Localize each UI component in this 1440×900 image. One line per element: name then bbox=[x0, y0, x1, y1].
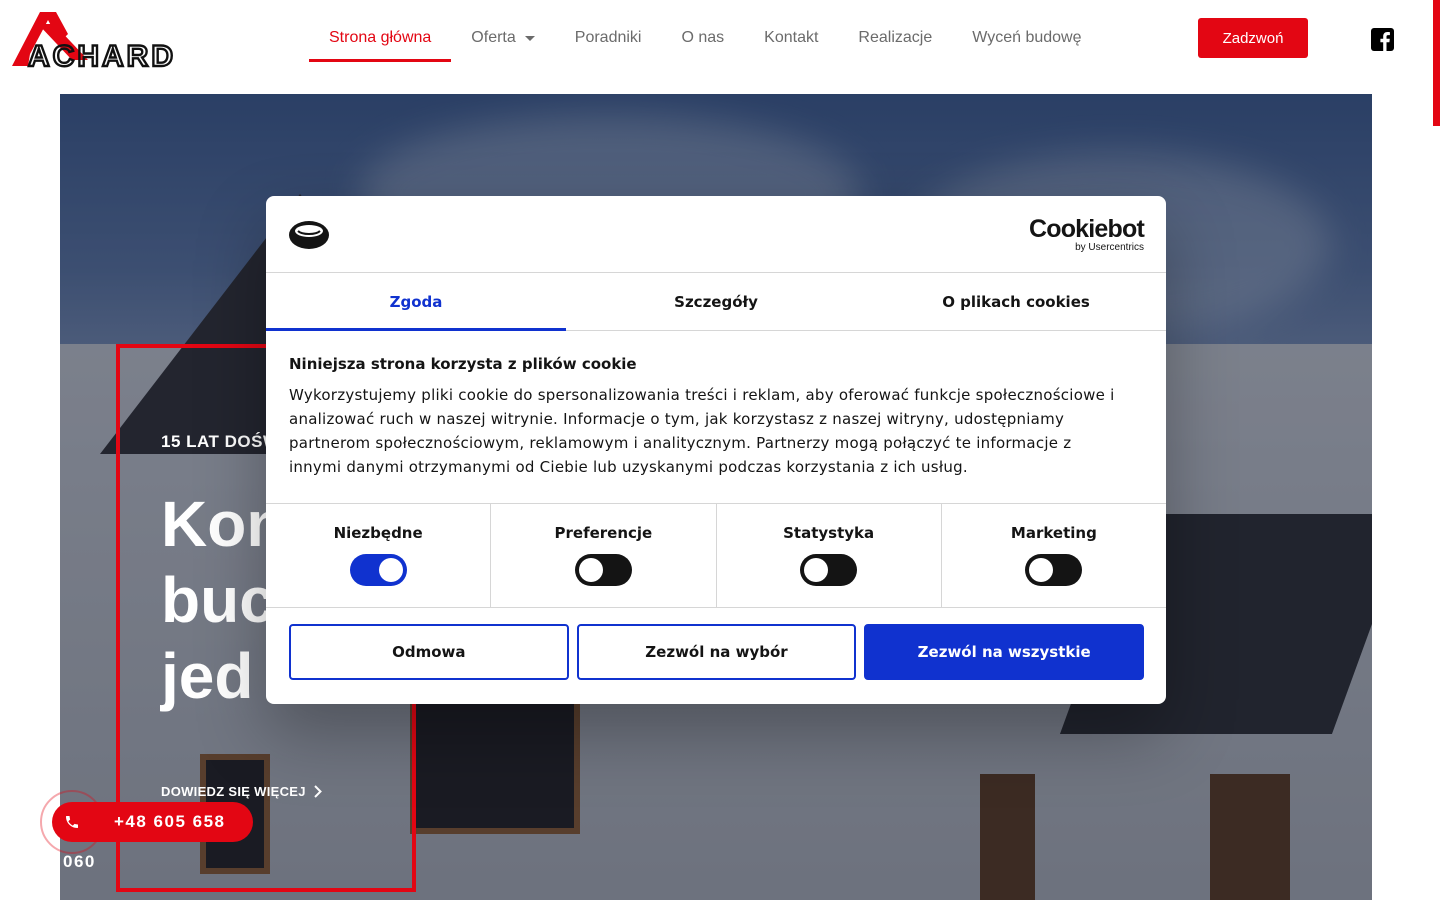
nav-item-offer[interactable]: Oferta bbox=[451, 14, 554, 62]
toggle-knob bbox=[578, 558, 603, 582]
achard-logo[interactable]: ACHARD bbox=[10, 10, 232, 74]
deny-button[interactable]: Odmowa bbox=[289, 624, 569, 680]
nav-item-about[interactable]: O nas bbox=[661, 14, 744, 62]
cookiebot-brand-name: Cookiebot bbox=[1028, 215, 1145, 243]
learn-more-label: DOWIEDZ SIĘ WIĘCEJ bbox=[161, 784, 306, 799]
dialog-heading: Niniejsza strona korzysta z plików cooki… bbox=[289, 355, 637, 373]
dialog-body: Niniejsza strona korzysta z plików cooki… bbox=[266, 331, 1166, 504]
nav-label: Poradniki bbox=[574, 29, 642, 46]
chevron-down-icon bbox=[524, 35, 535, 41]
phone-icon bbox=[52, 802, 92, 842]
description-line: partnerom społecznościowym, reklamowym i… bbox=[289, 434, 1072, 452]
toggle-group-necessary: Niezbędne bbox=[266, 504, 492, 607]
toggle-knob bbox=[1029, 558, 1054, 582]
learn-more-link[interactable]: DOWIEDZ SIĘ WIĘCEJ bbox=[161, 784, 322, 799]
toggle-label: Statystyka bbox=[783, 524, 875, 542]
allow-selection-button[interactable]: Zezwól na wybór bbox=[576, 624, 857, 680]
toggle-knob bbox=[378, 558, 403, 582]
nav-item-projects[interactable]: Realizacje bbox=[838, 14, 952, 62]
toggle-statistics[interactable] bbox=[800, 554, 858, 586]
toggle-label: Niezbędne bbox=[333, 524, 423, 542]
nav-label: Strona główna bbox=[329, 29, 432, 46]
nav-item-contact[interactable]: Kontakt bbox=[744, 14, 838, 62]
facebook-icon[interactable] bbox=[1371, 28, 1394, 51]
tab-about-cookies[interactable]: O plikach cookies bbox=[866, 273, 1166, 330]
tab-consent[interactable]: Zgoda bbox=[266, 273, 566, 331]
dialog-tabs: Zgoda Szczegóły O plikach cookies bbox=[266, 273, 1166, 331]
hero-kicker: 15 LAT DOŚW bbox=[161, 432, 280, 451]
floating-phone-button[interactable]: +48 605 658 bbox=[52, 802, 253, 842]
cookie-consent-dialog: Cookiebot by Usercentrics Zgoda Szczegół… bbox=[266, 196, 1166, 704]
toggle-label: Preferencje bbox=[554, 524, 653, 542]
consent-toggles: Niezbędne Preferencje Statystyka Marketi… bbox=[266, 504, 1166, 608]
cookiebot-brand[interactable]: Cookiebot by Usercentrics bbox=[1028, 215, 1145, 254]
scrollbar-indicator[interactable] bbox=[1433, 0, 1440, 126]
nav-item-home[interactable]: Strona główna bbox=[309, 14, 452, 62]
toggle-group-statistics: Statystyka bbox=[717, 504, 942, 607]
toggle-group-marketing: Marketing bbox=[942, 504, 1166, 607]
svg-text:ACHARD: ACHARD bbox=[28, 40, 176, 70]
call-button[interactable]: Zadzwoń bbox=[1198, 18, 1308, 58]
nav-label: O nas bbox=[681, 29, 725, 46]
dialog-description: Wykorzystujemy pliki cookie do spersonal… bbox=[289, 383, 1144, 479]
toggle-preferences[interactable] bbox=[574, 554, 632, 586]
toggle-group-preferences: Preferencje bbox=[491, 504, 717, 607]
chevron-right-icon bbox=[314, 785, 322, 798]
description-line: analizować ruch w naszej witrynie. Infor… bbox=[289, 410, 1065, 428]
toggle-necessary[interactable] bbox=[349, 554, 407, 586]
description-line: Wykorzystujemy pliki cookie do spersonal… bbox=[289, 386, 1115, 404]
dialog-buttons: Odmowa Zezwól na wybór Zezwól na wszystk… bbox=[266, 608, 1166, 680]
nav-label: Wyceń budowę bbox=[972, 29, 1082, 46]
allow-all-button[interactable]: Zezwól na wszystkie bbox=[864, 624, 1145, 680]
cookiebot-logo-icon bbox=[288, 218, 330, 250]
phone-number-tail: 060 bbox=[63, 852, 96, 871]
main-nav: Strona główna Oferta Poradniki O nas Kon… bbox=[309, 14, 1101, 62]
nav-label: Oferta bbox=[471, 29, 516, 46]
dialog-header: Cookiebot by Usercentrics bbox=[266, 196, 1166, 273]
toggle-knob bbox=[804, 558, 829, 582]
tab-details[interactable]: Szczegóły bbox=[566, 273, 866, 330]
site-header: ACHARD Strona główna Oferta Poradniki O … bbox=[0, 0, 1440, 94]
nav-label: Realizacje bbox=[858, 29, 933, 46]
nav-item-quote[interactable]: Wyceń budowę bbox=[952, 14, 1101, 62]
nav-label: Kontakt bbox=[764, 29, 819, 46]
description-line: innymi danymi otrzymanymi od Ciebie lub … bbox=[289, 458, 968, 476]
toggle-marketing[interactable] bbox=[1025, 554, 1083, 586]
nav-item-guides[interactable]: Poradniki bbox=[555, 14, 662, 62]
page: ACHARD Strona główna Oferta Poradniki O … bbox=[0, 0, 1440, 900]
toggle-label: Marketing bbox=[1010, 524, 1097, 542]
cookiebot-brand-by: by Usercentrics bbox=[1075, 242, 1144, 253]
phone-number: +48 605 658 bbox=[114, 812, 226, 831]
